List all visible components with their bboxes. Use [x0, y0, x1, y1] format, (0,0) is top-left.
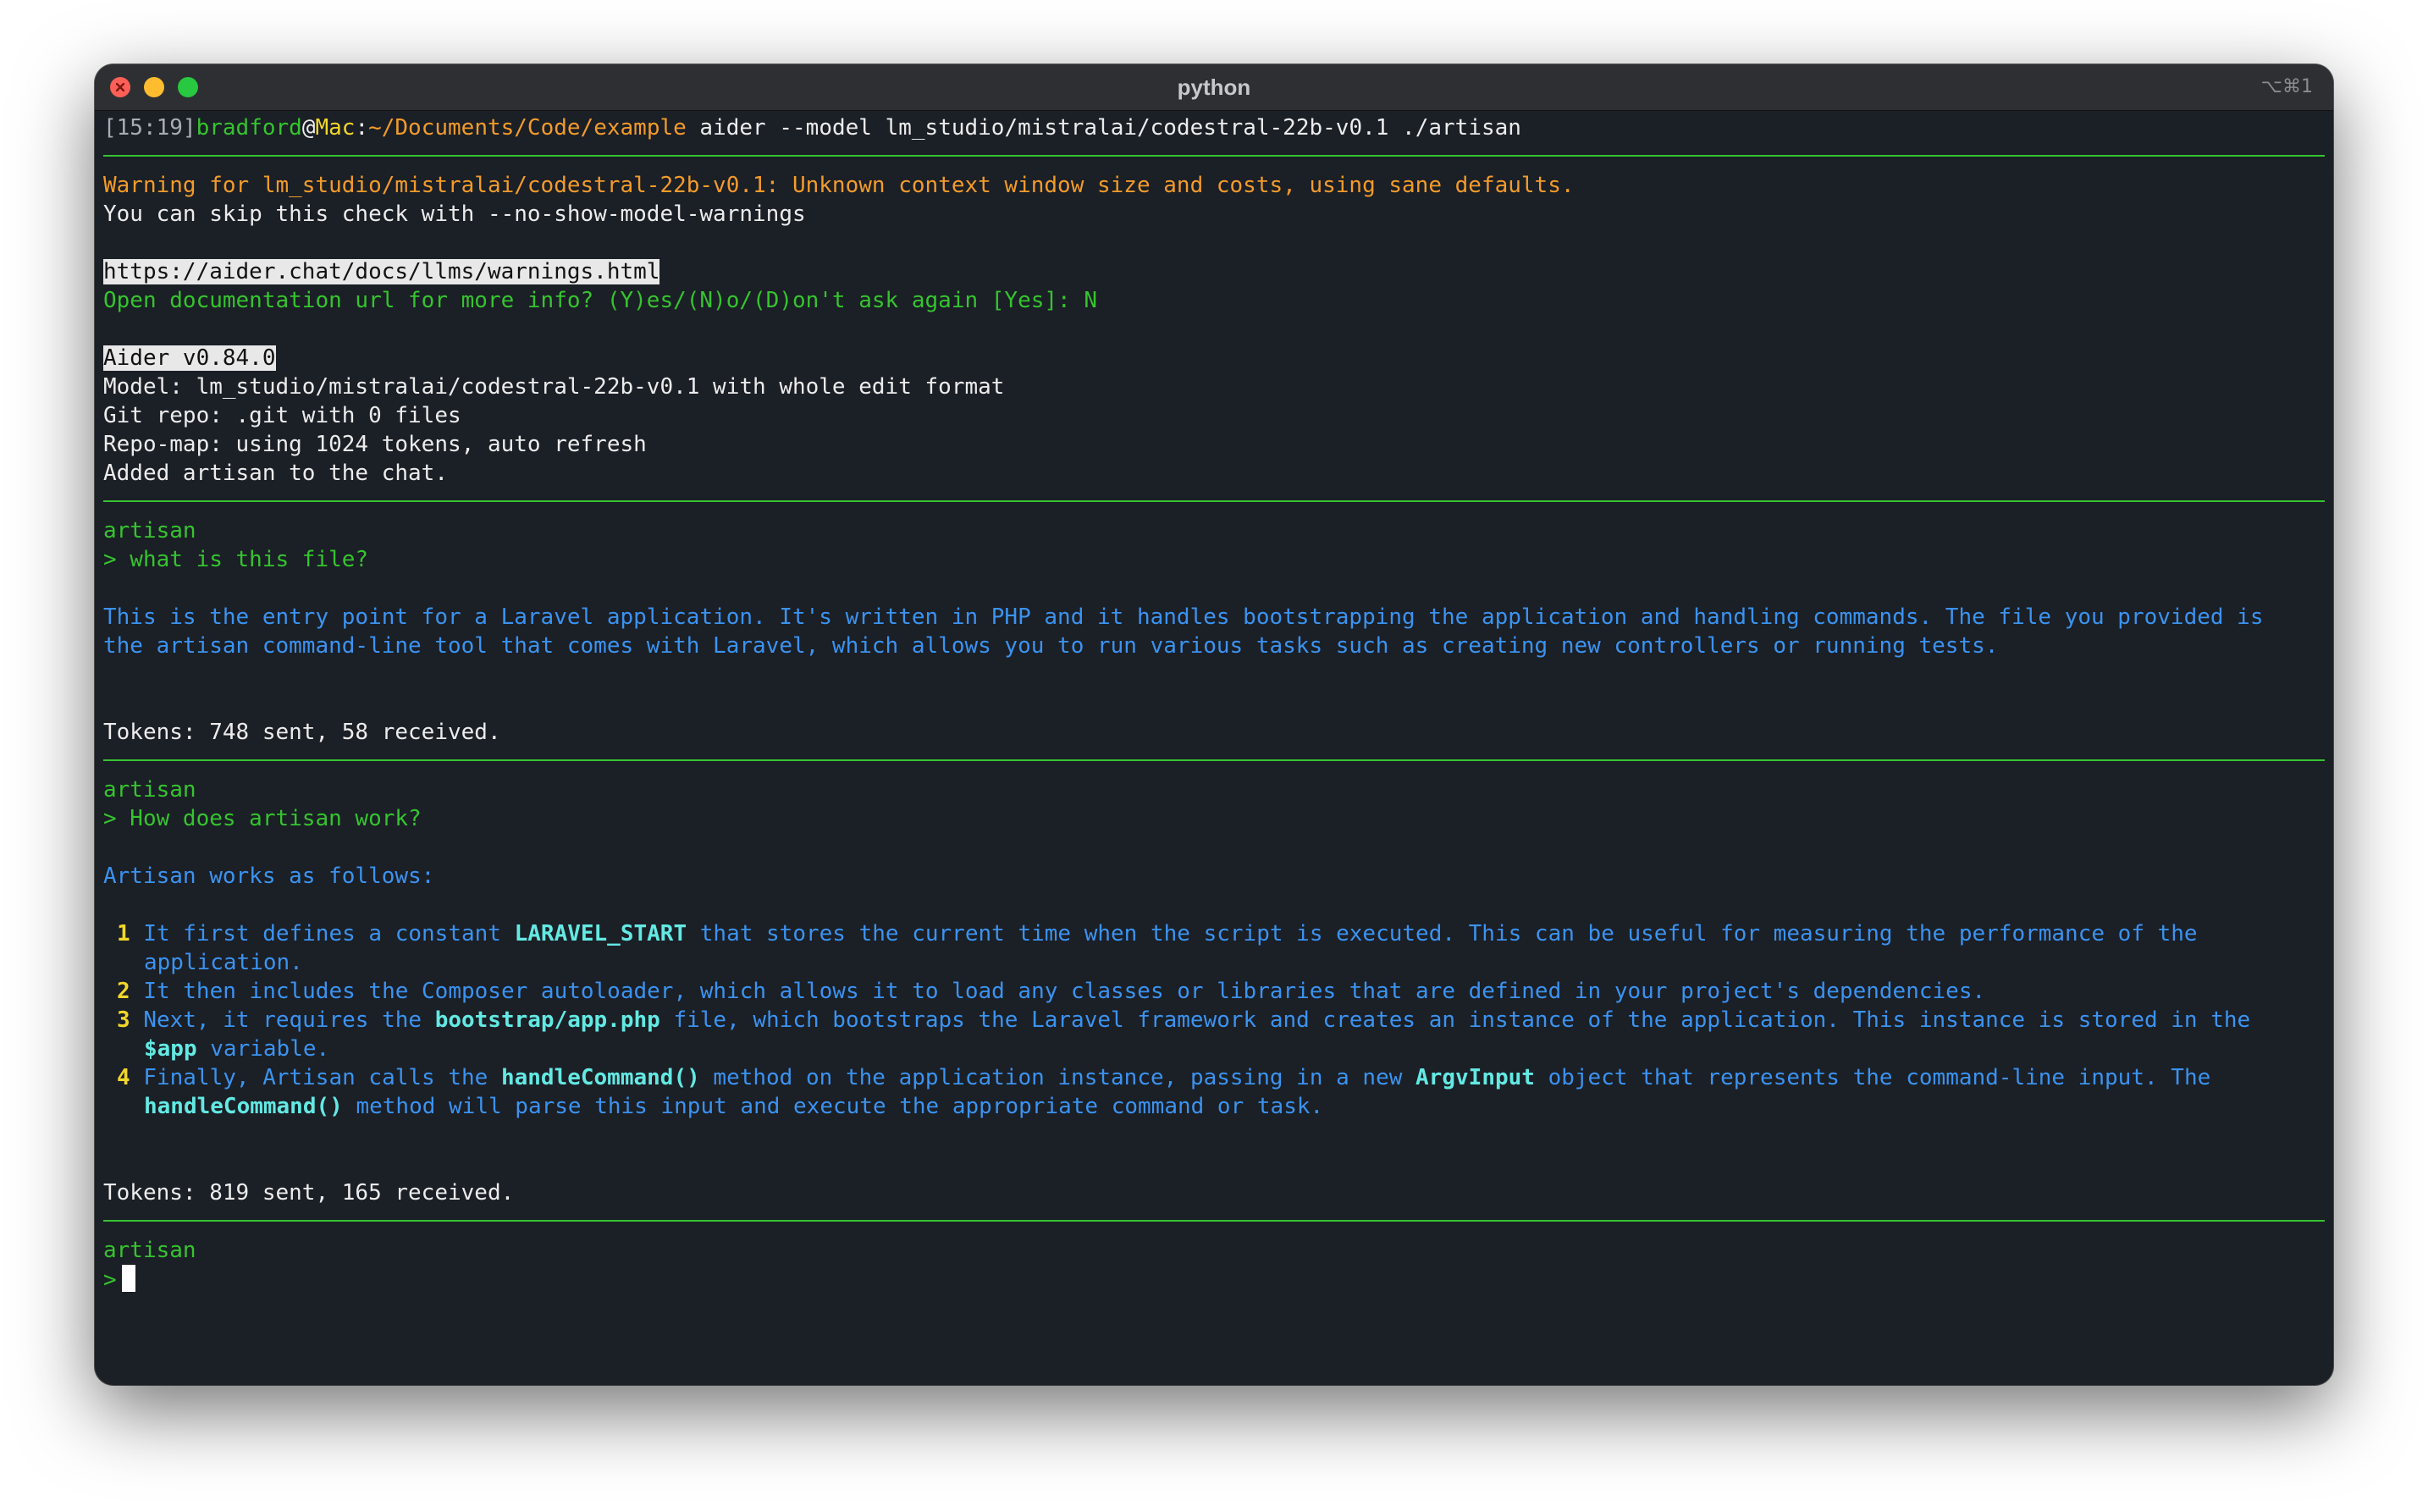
warnings-doc-link-line: https://aider.chat/docs/llms/warnings.ht… — [103, 257, 660, 286]
chat-file-label: artisan — [103, 518, 196, 544]
warning-line: Warning for lm_studio/mistralai/codestra… — [103, 173, 1575, 198]
prompt-path: ~/Documents/Code/example — [368, 115, 687, 141]
warning-skip-line: You can skip this check with --no-show-m… — [103, 201, 806, 227]
list-item: 4 Finally, Artisan calls the handleComma… — [117, 1063, 2210, 1092]
input-prompt-line[interactable]: > — [103, 1265, 135, 1294]
window-title: python — [1177, 74, 1251, 100]
list-number: 3 — [117, 1007, 130, 1033]
list-text: Next, it requires the — [143, 1007, 435, 1033]
command-text: aider --model lm_studio/mistralai/codest… — [686, 115, 1521, 141]
assistant-response: the artisan command-line tool that comes… — [103, 633, 1999, 659]
user-prompt: > How does artisan work? — [103, 806, 422, 831]
list-text: method on the application instance, pass… — [699, 1065, 1416, 1090]
prompt-user: bradford — [196, 115, 302, 141]
terminal-window: python ⌥⌘1 [15:19]bradford@Mac:~/Documen… — [95, 64, 2333, 1385]
inline-code: ArgvInput — [1415, 1065, 1535, 1090]
list-number: 2 — [117, 979, 130, 1004]
list-item-continuation: handleCommand() method will parse this i… — [144, 1092, 1323, 1121]
input-prompt-symbol: > — [103, 1267, 117, 1293]
list-item: 2 It then includes the Composer autoload… — [117, 977, 1985, 1006]
list-item: 1 It first defines a constant LARAVEL_ST… — [117, 919, 2198, 948]
user-prompt: > what is this file? — [103, 547, 369, 572]
token-usage: Tokens: 819 sent, 165 received. — [103, 1180, 515, 1206]
added-file-info: Added artisan to the chat. — [103, 461, 448, 486]
inline-code: LARAVEL_START — [514, 921, 687, 946]
terminal-output[interactable]: [15:19]bradford@Mac:~/Documents/Code/exa… — [103, 110, 2325, 1385]
prompt-time: [15:19] — [103, 115, 196, 141]
assistant-response: This is the entry point for a Laravel ap… — [103, 604, 2264, 630]
separator-rule — [103, 155, 2325, 157]
chat-file-label: artisan — [103, 777, 196, 803]
prompt-host: Mac — [315, 115, 356, 141]
list-text: Finally, Artisan calls the — [143, 1065, 501, 1090]
chat-file-label: artisan — [103, 1238, 196, 1263]
shell-command-line: [15:19]bradford@Mac:~/Documents/Code/exa… — [103, 113, 1521, 142]
version-line: Aider v0.84.0 — [103, 344, 276, 372]
inline-code: handleCommand() — [144, 1094, 343, 1119]
list-text: object that represents the command-line … — [1534, 1065, 2211, 1090]
token-usage: Tokens: 748 sent, 58 received. — [103, 720, 501, 745]
list-number: 4 — [117, 1065, 130, 1090]
list-item: 3 Next, it requires the bootstrap/app.ph… — [117, 1006, 2250, 1035]
title-bar: python ⌥⌘1 — [95, 64, 2333, 111]
prompt-at: @ — [301, 115, 316, 141]
separator-rule — [103, 759, 2325, 761]
separator-rule — [103, 500, 2325, 502]
list-text: method will parse this input and execute… — [342, 1094, 1324, 1119]
assistant-response-intro: Artisan works as follows: — [103, 864, 435, 889]
inline-code: bootstrap/app.php — [434, 1007, 660, 1033]
list-text: It first defines a constant — [143, 921, 515, 946]
list-text: file, which bootstraps the Laravel frame… — [659, 1007, 2251, 1033]
list-text: It then includes the Composer autoloader… — [143, 979, 1986, 1004]
text-cursor — [121, 1265, 135, 1292]
warnings-doc-link[interactable]: https://aider.chat/docs/llms/warnings.ht… — [103, 259, 660, 284]
inline-code: $app — [144, 1036, 197, 1062]
open-docs-question: Open documentation url for more info? (Y… — [103, 288, 1097, 313]
list-item-continuation: $app variable. — [144, 1035, 329, 1063]
git-repo-info: Git repo: .git with 0 files — [103, 403, 461, 428]
list-text: variable. — [196, 1036, 330, 1062]
tab-shortcut: ⌥⌘1 — [2260, 76, 2313, 97]
aider-version: Aider v0.84.0 — [103, 345, 276, 371]
list-item-continuation: application. — [144, 950, 303, 975]
model-info: Model: lm_studio/mistralai/codestral-22b… — [103, 374, 1005, 400]
inline-code: handleCommand() — [500, 1065, 700, 1090]
list-text: that stores the current time when the sc… — [687, 921, 2198, 946]
prompt-colon: : — [355, 115, 369, 141]
list-number: 1 — [117, 921, 130, 946]
repo-map-info: Repo-map: using 1024 tokens, auto refres… — [103, 432, 647, 457]
separator-rule — [103, 1220, 2325, 1222]
